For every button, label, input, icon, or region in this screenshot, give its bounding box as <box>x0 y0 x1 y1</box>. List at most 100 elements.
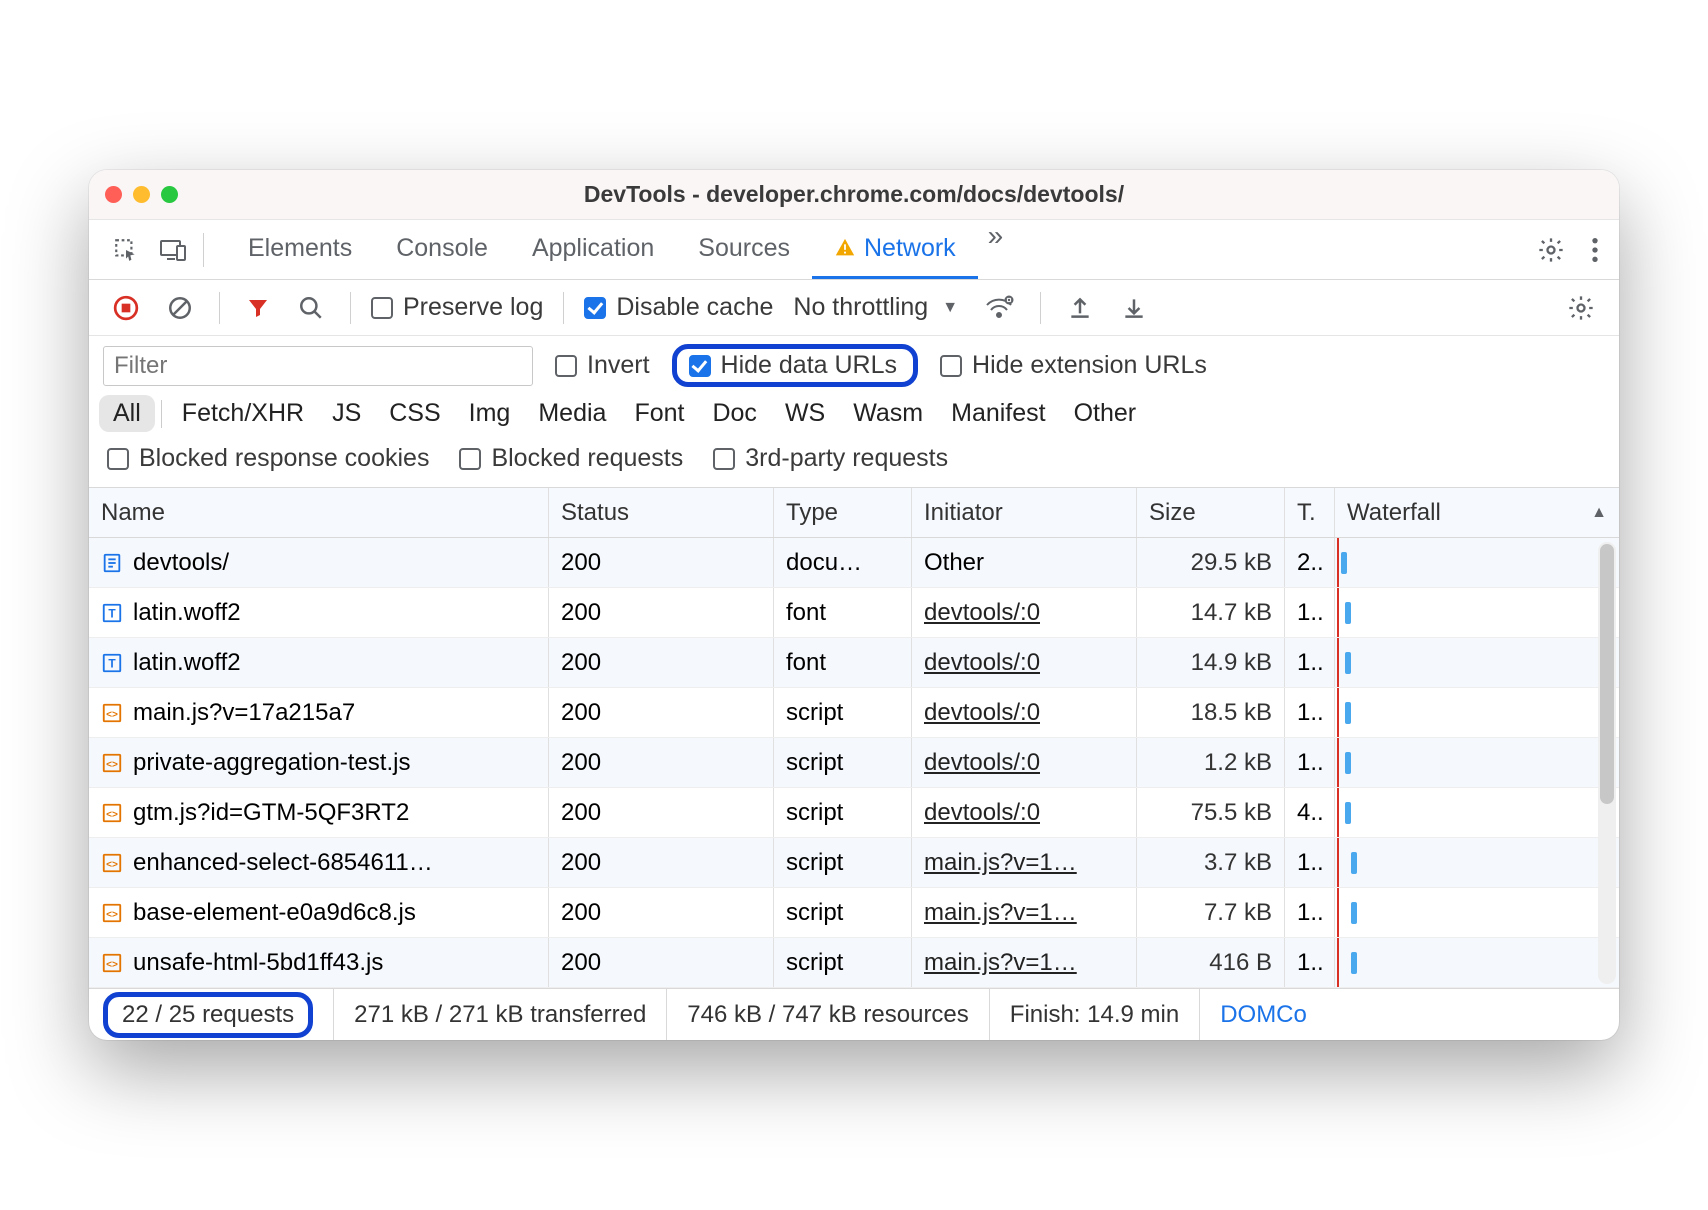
initiator-link[interactable]: main.js?v=1… <box>924 849 1077 876</box>
table-row[interactable]: <>unsafe-html-5bd1ff43.js200scriptmain.j… <box>89 938 1619 988</box>
tab-application[interactable]: Application <box>510 220 676 279</box>
type-media[interactable]: Media <box>524 395 620 432</box>
preserve-log-checkbox[interactable]: Preserve log <box>367 293 547 322</box>
col-type[interactable]: Type <box>774 488 912 537</box>
request-size: 75.5 kB <box>1137 788 1285 837</box>
col-time[interactable]: T. <box>1285 488 1335 537</box>
search-icon[interactable] <box>288 287 334 329</box>
waterfall-cell <box>1335 838 1619 887</box>
filter-icon[interactable] <box>236 288 280 328</box>
hide-extension-urls-checkbox[interactable]: Hide extension URLs <box>936 351 1211 380</box>
maximize-icon[interactable] <box>161 186 178 203</box>
close-icon[interactable] <box>105 186 122 203</box>
waterfall-cell <box>1335 738 1619 787</box>
table-row[interactable]: <>base-element-e0a9d6c8.js200scriptmain.… <box>89 888 1619 938</box>
requests-count-highlight: 22 / 25 requests <box>103 992 313 1038</box>
upload-har-icon[interactable] <box>1057 287 1103 329</box>
request-size: 14.7 kB <box>1137 588 1285 637</box>
initiator-link[interactable]: devtools/:0 <box>924 799 1040 826</box>
type-wasm[interactable]: Wasm <box>839 395 937 432</box>
tab-console[interactable]: Console <box>374 220 510 279</box>
type-css[interactable]: CSS <box>375 395 454 432</box>
table-row[interactable]: Tlatin.woff2200fontdevtools/:014.7 kB1.. <box>89 588 1619 638</box>
request-name: unsafe-html-5bd1ff43.js <box>133 949 383 977</box>
separator <box>563 292 564 324</box>
throttling-select[interactable]: No throttling▼ <box>785 293 966 322</box>
request-time: 1.. <box>1285 938 1335 987</box>
request-name: private-aggregation-test.js <box>133 749 410 777</box>
request-initiator: Other <box>912 538 1137 587</box>
record-button[interactable] <box>103 287 149 329</box>
type-fetch-xhr[interactable]: Fetch/XHR <box>168 395 318 432</box>
request-status: 200 <box>549 688 774 737</box>
table-row[interactable]: devtools/200docu…Other29.5 kB2.. <box>89 538 1619 588</box>
type-doc[interactable]: Doc <box>698 395 770 432</box>
type-ws[interactable]: WS <box>771 395 839 432</box>
minimize-icon[interactable] <box>133 186 150 203</box>
tab-elements[interactable]: Elements <box>226 220 374 279</box>
inspect-icon[interactable] <box>103 229 149 271</box>
kebab-menu-icon[interactable] <box>1581 228 1609 272</box>
svg-text:<>: <> <box>106 859 118 870</box>
download-har-icon[interactable] <box>1111 287 1157 329</box>
waterfall-cell <box>1335 588 1619 637</box>
col-initiator[interactable]: Initiator <box>912 488 1137 537</box>
finish-time: Finish: 14.9 min <box>990 989 1200 1040</box>
request-size: 3.7 kB <box>1137 838 1285 887</box>
more-tabs-icon[interactable]: » <box>978 220 1014 279</box>
col-status[interactable]: Status <box>549 488 774 537</box>
type-other[interactable]: Other <box>1060 395 1151 432</box>
request-size: 416 B <box>1137 938 1285 987</box>
request-time: 2.. <box>1285 538 1335 587</box>
initiator-link[interactable]: devtools/:0 <box>924 749 1040 776</box>
request-initiator: devtools/:0 <box>912 588 1137 637</box>
filter-input[interactable] <box>103 346 533 386</box>
invert-checkbox[interactable]: Invert <box>551 351 654 380</box>
blocked-filters-row: Blocked response cookies Blocked request… <box>89 440 1619 488</box>
third-party-checkbox[interactable]: 3rd-party requests <box>709 444 952 473</box>
col-name[interactable]: Name <box>89 488 549 537</box>
settings-icon[interactable] <box>1527 228 1575 272</box>
type-manifest[interactable]: Manifest <box>937 395 1059 432</box>
clear-button[interactable] <box>157 287 203 329</box>
request-time: 1.. <box>1285 638 1335 687</box>
type-img[interactable]: Img <box>455 395 525 432</box>
col-size[interactable]: Size <box>1137 488 1285 537</box>
separator <box>219 292 220 324</box>
initiator-link[interactable]: devtools/:0 <box>924 599 1040 626</box>
table-row[interactable]: <>enhanced-select-6854611…200scriptmain.… <box>89 838 1619 888</box>
blocked-requests-checkbox[interactable]: Blocked requests <box>455 444 687 473</box>
table-row[interactable]: <>gtm.js?id=GTM-5QF3RT2200scriptdevtools… <box>89 788 1619 838</box>
svg-text:<>: <> <box>106 959 118 970</box>
request-name: enhanced-select-6854611… <box>133 849 433 877</box>
initiator-link[interactable]: devtools/:0 <box>924 699 1040 726</box>
request-status: 200 <box>549 938 774 987</box>
type-font[interactable]: Font <box>620 395 698 432</box>
initiator-link[interactable]: devtools/:0 <box>924 649 1040 676</box>
request-status: 200 <box>549 888 774 937</box>
network-conditions-icon[interactable] <box>974 287 1024 329</box>
tab-network[interactable]: Network <box>812 220 978 279</box>
network-settings-icon[interactable] <box>1557 286 1605 330</box>
table-row[interactable]: <>private-aggregation-test.js200scriptde… <box>89 738 1619 788</box>
tab-sources[interactable]: Sources <box>676 220 812 279</box>
initiator-link[interactable]: main.js?v=1… <box>924 949 1077 976</box>
request-status: 200 <box>549 738 774 787</box>
request-name: gtm.js?id=GTM-5QF3RT2 <box>133 799 409 827</box>
hide-data-urls-checkbox[interactable]: Hide data URLs <box>685 351 901 380</box>
request-time: 1.. <box>1285 588 1335 637</box>
request-time: 1.. <box>1285 738 1335 787</box>
col-waterfall[interactable]: Waterfall▲ <box>1335 488 1619 537</box>
svg-text:T: T <box>108 606 116 620</box>
table-row[interactable]: <>main.js?v=17a215a7200scriptdevtools/:0… <box>89 688 1619 738</box>
disable-cache-checkbox[interactable]: Disable cache <box>580 293 777 322</box>
device-toggle-icon[interactable] <box>149 229 197 271</box>
window-controls <box>105 186 178 203</box>
blocked-cookies-checkbox[interactable]: Blocked response cookies <box>103 444 433 473</box>
table-row[interactable]: Tlatin.woff2200fontdevtools/:014.9 kB1.. <box>89 638 1619 688</box>
type-all[interactable]: All <box>99 395 155 432</box>
initiator-link[interactable]: main.js?v=1… <box>924 899 1077 926</box>
type-js[interactable]: JS <box>318 395 375 432</box>
request-time: 1.. <box>1285 838 1335 887</box>
main-tabs-row: Elements Console Application Sources Net… <box>89 220 1619 280</box>
